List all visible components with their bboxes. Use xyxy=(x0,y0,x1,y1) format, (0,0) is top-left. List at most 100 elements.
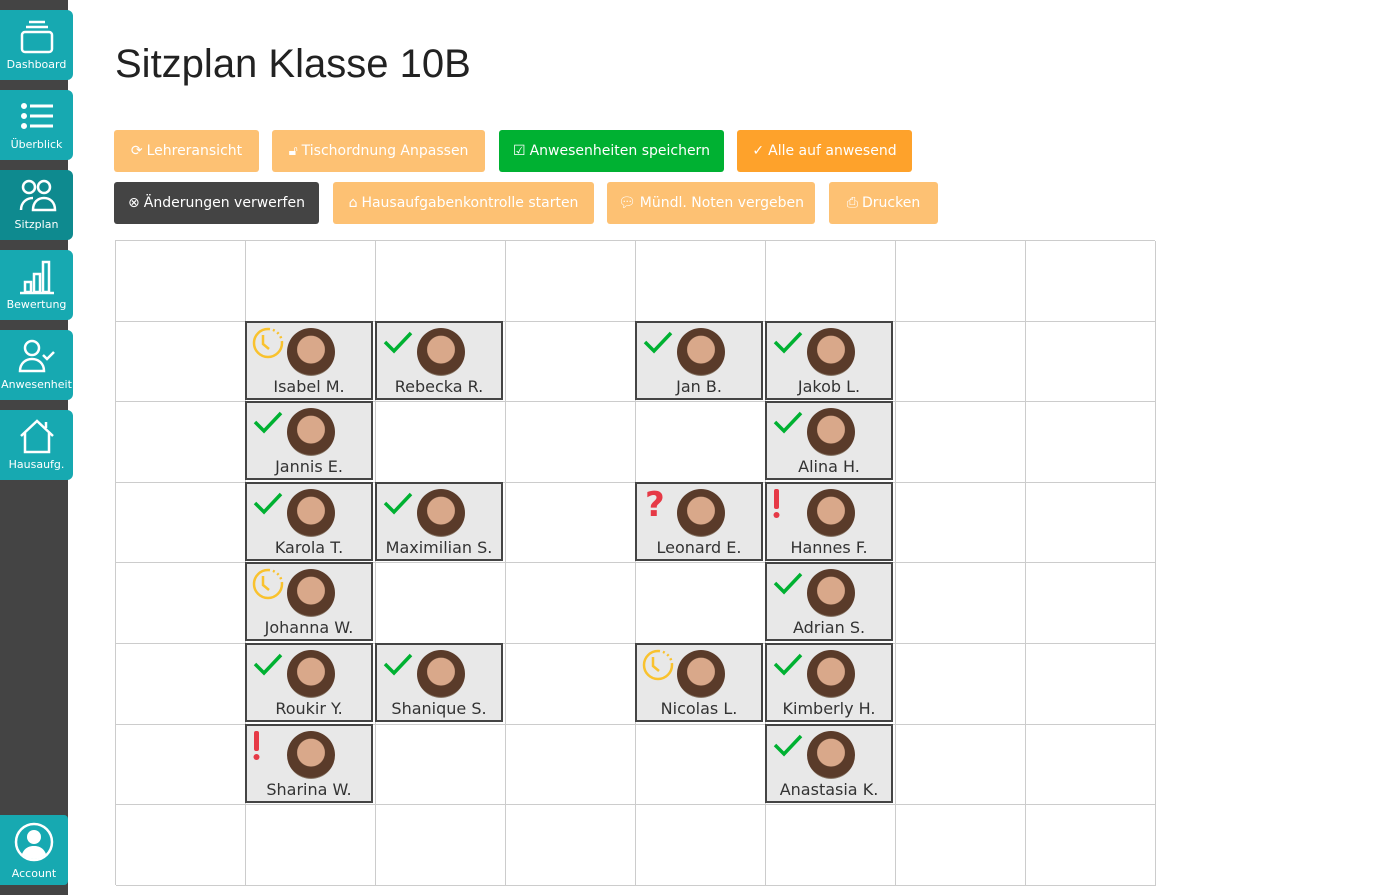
grid-cell[interactable] xyxy=(376,402,506,483)
student-seat[interactable]: ? Leonard E. xyxy=(635,481,763,561)
student-seat[interactable]: Johanna W. xyxy=(245,562,373,642)
student-seat[interactable]: Maximilian S. xyxy=(375,481,503,561)
grid-cell[interactable] xyxy=(636,402,766,483)
check-icon[interactable] xyxy=(252,488,284,520)
grid-cell[interactable] xyxy=(636,724,766,806)
grid-cell[interactable] xyxy=(246,805,376,886)
student-seat[interactable]: Jan B. xyxy=(635,320,763,400)
sidebar-item-anwesenheit[interactable]: Anwesenheit xyxy=(0,330,73,400)
grid-cell[interactable] xyxy=(246,241,376,322)
exclamation-icon[interactable] xyxy=(772,488,804,520)
grid-cell[interactable] xyxy=(896,805,1026,886)
student-seat[interactable]: Isabel M. xyxy=(245,320,373,400)
grid-cell[interactable] xyxy=(636,241,766,322)
grid-cell[interactable] xyxy=(506,402,636,483)
grid-cell[interactable] xyxy=(1026,321,1156,403)
grid-cell[interactable] xyxy=(116,724,246,806)
grid-cell[interactable] xyxy=(1026,402,1156,483)
grid-cell[interactable] xyxy=(1026,563,1156,644)
grid-cell[interactable] xyxy=(116,321,246,403)
check-icon[interactable] xyxy=(382,488,414,520)
grid-cell[interactable] xyxy=(896,482,1026,564)
grid-cell[interactable] xyxy=(896,724,1026,806)
grid-cell[interactable] xyxy=(116,644,246,725)
grid-cell[interactable] xyxy=(766,241,896,322)
grid-cell[interactable] xyxy=(506,563,636,644)
grid-cell[interactable] xyxy=(506,482,636,564)
all-present-button[interactable]: ✓ Alle auf anwesend xyxy=(737,130,912,172)
student-seat[interactable]: Karola T. xyxy=(245,481,373,561)
grid-cell[interactable] xyxy=(116,482,246,564)
grid-cell[interactable] xyxy=(896,241,1026,322)
clock-icon[interactable] xyxy=(642,649,674,681)
save-attendance-button[interactable]: ☑ Anwesenheiten speichern xyxy=(499,130,724,172)
exclamation-icon[interactable] xyxy=(252,730,284,762)
check-icon[interactable] xyxy=(382,649,414,681)
sidebar-item-bewertung[interactable]: Bewertung xyxy=(0,250,73,320)
student-seat[interactable]: Kimberly H. xyxy=(765,643,893,722)
grid-cell[interactable] xyxy=(636,563,766,644)
check-icon[interactable] xyxy=(772,730,804,762)
student-seat[interactable]: Sharina W. xyxy=(245,723,373,803)
grid-cell[interactable] xyxy=(506,241,636,322)
grid-cell[interactable] xyxy=(116,805,246,886)
grid-cell[interactable] xyxy=(896,321,1026,403)
check-icon[interactable] xyxy=(772,327,804,359)
grid-cell[interactable] xyxy=(636,805,766,886)
lehreransicht-button[interactable]: ⟳ Lehreransicht xyxy=(114,130,259,172)
check-icon[interactable] xyxy=(642,327,674,359)
grid-cell[interactable] xyxy=(116,241,246,322)
grid-cell[interactable] xyxy=(506,724,636,806)
avatar xyxy=(807,408,855,457)
clock-icon[interactable] xyxy=(252,568,284,600)
clock-icon[interactable] xyxy=(252,327,284,359)
print-button[interactable]: ⎙ Drucken xyxy=(829,182,938,224)
grid-cell[interactable] xyxy=(896,402,1026,483)
check-icon[interactable] xyxy=(772,407,804,439)
grid-cell[interactable] xyxy=(896,563,1026,644)
tischordnung-button[interactable]: 🔓︎ Tischordnung Anpassen xyxy=(272,130,485,172)
check-icon[interactable] xyxy=(252,649,284,681)
student-seat[interactable]: Rebecka R. xyxy=(375,320,503,400)
student-seat[interactable]: Anastasia K. xyxy=(765,723,893,803)
student-seat[interactable]: Shanique S. xyxy=(375,643,503,722)
grid-cell[interactable] xyxy=(896,644,1026,725)
question-icon[interactable]: ? xyxy=(642,485,674,525)
grid-cell[interactable] xyxy=(1026,805,1156,886)
grid-cell[interactable] xyxy=(506,805,636,886)
grid-cell[interactable] xyxy=(376,805,506,886)
student-seat[interactable]: Nicolas L. xyxy=(635,643,763,722)
grid-cell[interactable] xyxy=(766,805,896,886)
student-seat[interactable]: Roukir Y. xyxy=(245,643,373,722)
grid-cell[interactable] xyxy=(1026,241,1156,322)
oral-grades-button[interactable]: 💬︎ Mündl. Noten vergeben xyxy=(607,182,815,224)
grid-cell[interactable] xyxy=(116,402,246,483)
student-seat[interactable]: Alina H. xyxy=(765,401,893,481)
student-seat[interactable]: Hannes F. xyxy=(765,481,893,561)
grid-cell[interactable] xyxy=(376,241,506,322)
grid-cell[interactable] xyxy=(376,724,506,806)
check-icon[interactable] xyxy=(772,649,804,681)
sidebar-item-hausaufgaben[interactable]: Hausaufg. xyxy=(0,410,73,480)
sidebar-item-dashboard[interactable]: Dashboard xyxy=(0,10,73,80)
student-seat[interactable]: Adrian S. xyxy=(765,562,893,642)
sidebar-item-sitzplan[interactable]: Sitzplan xyxy=(0,170,73,240)
grid-cell[interactable] xyxy=(1026,644,1156,725)
sidebar-item-ueberblick[interactable]: Überblick xyxy=(0,90,73,160)
grid-cell[interactable] xyxy=(116,563,246,644)
check-icon[interactable] xyxy=(772,568,804,600)
homework-check-button[interactable]: ⌂ Hausaufgabenkontrolle starten xyxy=(333,182,594,224)
button-label: Alle auf anwesend xyxy=(768,143,897,159)
account-button[interactable]: Account xyxy=(0,815,68,885)
grid-cell[interactable] xyxy=(376,563,506,644)
student-seat[interactable]: Jakob L. xyxy=(765,320,893,400)
grid-cell[interactable] xyxy=(1026,482,1156,564)
grid-cell[interactable] xyxy=(1026,724,1156,806)
grid-cell[interactable] xyxy=(506,321,636,403)
student-seat[interactable]: Jannis E. xyxy=(245,401,373,481)
grid-cell[interactable] xyxy=(506,644,636,725)
check-icon[interactable] xyxy=(382,327,414,359)
check-icon[interactable] xyxy=(252,407,284,439)
student-name: Leonard E. xyxy=(656,537,742,557)
discard-changes-button[interactable]: ⊗ Änderungen verwerfen xyxy=(114,182,319,224)
